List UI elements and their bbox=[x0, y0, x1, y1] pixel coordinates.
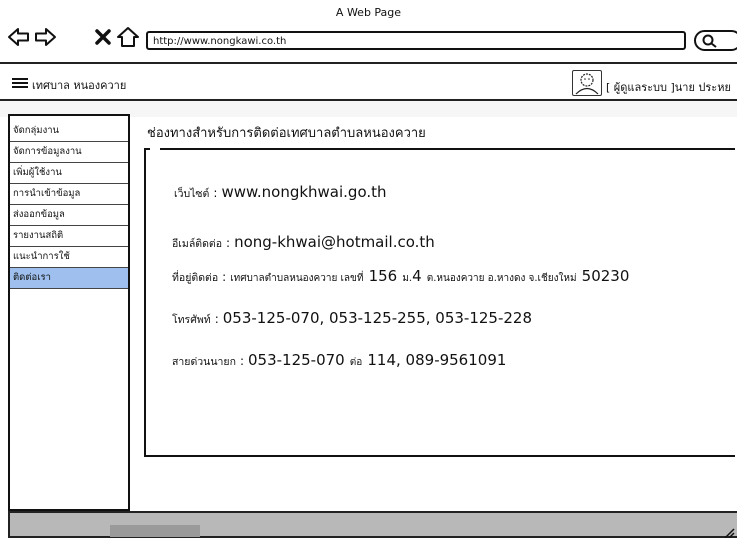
page-title: ช่องทางสำหรับการติดต่อเทศบาลตำบลหนองควาย bbox=[147, 126, 426, 141]
email-sep: : bbox=[226, 236, 231, 250]
sidebar-item-job-groups[interactable]: จัดกลุ่มงาน bbox=[10, 121, 128, 142]
stop-button[interactable] bbox=[90, 24, 116, 50]
brand-title: เทศบาล หนองควาย bbox=[32, 79, 127, 92]
back-arrow-icon bbox=[8, 28, 29, 46]
contact-panel: เว็บไซต์: www.nongkhwai.go.th อีเมล์ติดต่… bbox=[144, 148, 735, 457]
hamburger-menu-icon[interactable] bbox=[12, 78, 28, 90]
sidebar-item-import[interactable]: การนำเข้าข้อมูล bbox=[10, 184, 128, 205]
website-sep: : bbox=[213, 186, 218, 200]
footer-scroll-thumb[interactable] bbox=[110, 525, 200, 537]
address-label: ที่อยู่ติดต่อ bbox=[172, 272, 219, 284]
address-part1: เทศบาลตำบลหนองควาย เลขที่ bbox=[230, 273, 364, 284]
hotline-ext-label: ต่อ bbox=[349, 357, 363, 368]
window-title: A Web Page bbox=[335, 6, 402, 19]
user-avatar-icon[interactable] bbox=[572, 70, 602, 96]
home-icon bbox=[117, 27, 139, 47]
close-icon bbox=[95, 29, 111, 45]
sidebar-item-add-user[interactable]: เพิ่มผู้ใช้งาน bbox=[10, 163, 128, 184]
sidebar-item-job-data[interactable]: จัดการข้อมูลงาน bbox=[10, 142, 128, 163]
sidebar-item-export[interactable]: ส่งออกข้อมูล bbox=[10, 205, 128, 226]
address-part2: ม. bbox=[402, 273, 413, 284]
website-row: เว็บไซต์: www.nongkhwai.go.th bbox=[174, 182, 387, 202]
address-part3: ต.หนองควาย อ.หางดง จ.เชียงใหม่ bbox=[426, 273, 577, 284]
home-button[interactable] bbox=[115, 24, 141, 50]
phone-label: โทรศัพท์ bbox=[172, 314, 211, 326]
search-button[interactable] bbox=[694, 30, 737, 51]
address-moo: 4 bbox=[412, 267, 422, 285]
website-value[interactable]: www.nongkhwai.go.th bbox=[221, 183, 386, 201]
address-postcode: 50230 bbox=[581, 267, 630, 285]
hotline-sep: : bbox=[239, 354, 244, 368]
phone-value: 053-125-070, 053-125-255, 053-125-228 bbox=[222, 309, 532, 327]
user-info[interactable]: [ ผู้ดูแลระบบ ]นาย ประหย bbox=[606, 78, 731, 96]
forward-button[interactable] bbox=[32, 24, 58, 50]
email-label: อีเมล์ติดต่อ bbox=[172, 238, 223, 250]
url-bar[interactable]: http://www.nongkawi.co.th bbox=[146, 31, 686, 50]
phone-row: โทรศัพท์:053-125-070, 053-125-255, 053-1… bbox=[172, 308, 532, 328]
sidebar-item-contact[interactable]: ติดต่อเรา bbox=[10, 268, 128, 289]
email-row: อีเมล์ติดต่อ: nong-khwai@hotmail.co.th bbox=[172, 232, 435, 252]
website-label: เว็บไซต์ bbox=[174, 188, 210, 200]
address-sep: : bbox=[222, 270, 227, 284]
email-value[interactable]: nong-khwai@hotmail.co.th bbox=[234, 233, 435, 251]
search-icon bbox=[702, 34, 717, 48]
hotline-row: สายด่วนนายก:053-125-070 ต่อ 114, 089-956… bbox=[172, 350, 506, 370]
address-row: ที่อยู่ติดต่อ: เทศบาลตำบลหนองควาย เลขที่ … bbox=[172, 266, 629, 286]
hotline-value-2: 114, 089-9561091 bbox=[367, 351, 507, 369]
sidebar-item-guide[interactable]: แนะนำการใช้ bbox=[10, 247, 128, 268]
sidebar-item-statistics[interactable]: รายงานสถิติ bbox=[10, 226, 128, 247]
hotline-label: สายด่วนนายก bbox=[172, 356, 236, 368]
back-button[interactable] bbox=[6, 24, 32, 50]
hotline-value-1: 053-125-070 bbox=[247, 351, 345, 369]
forward-arrow-icon bbox=[35, 28, 56, 46]
address-house-no: 156 bbox=[368, 267, 398, 285]
sidebar-menu: จัดกลุ่มงาน จัดการข้อมูลงาน เพิ่มผู้ใช้ง… bbox=[8, 114, 130, 511]
phone-sep: : bbox=[214, 312, 219, 326]
resize-grip-icon[interactable] bbox=[722, 524, 736, 538]
